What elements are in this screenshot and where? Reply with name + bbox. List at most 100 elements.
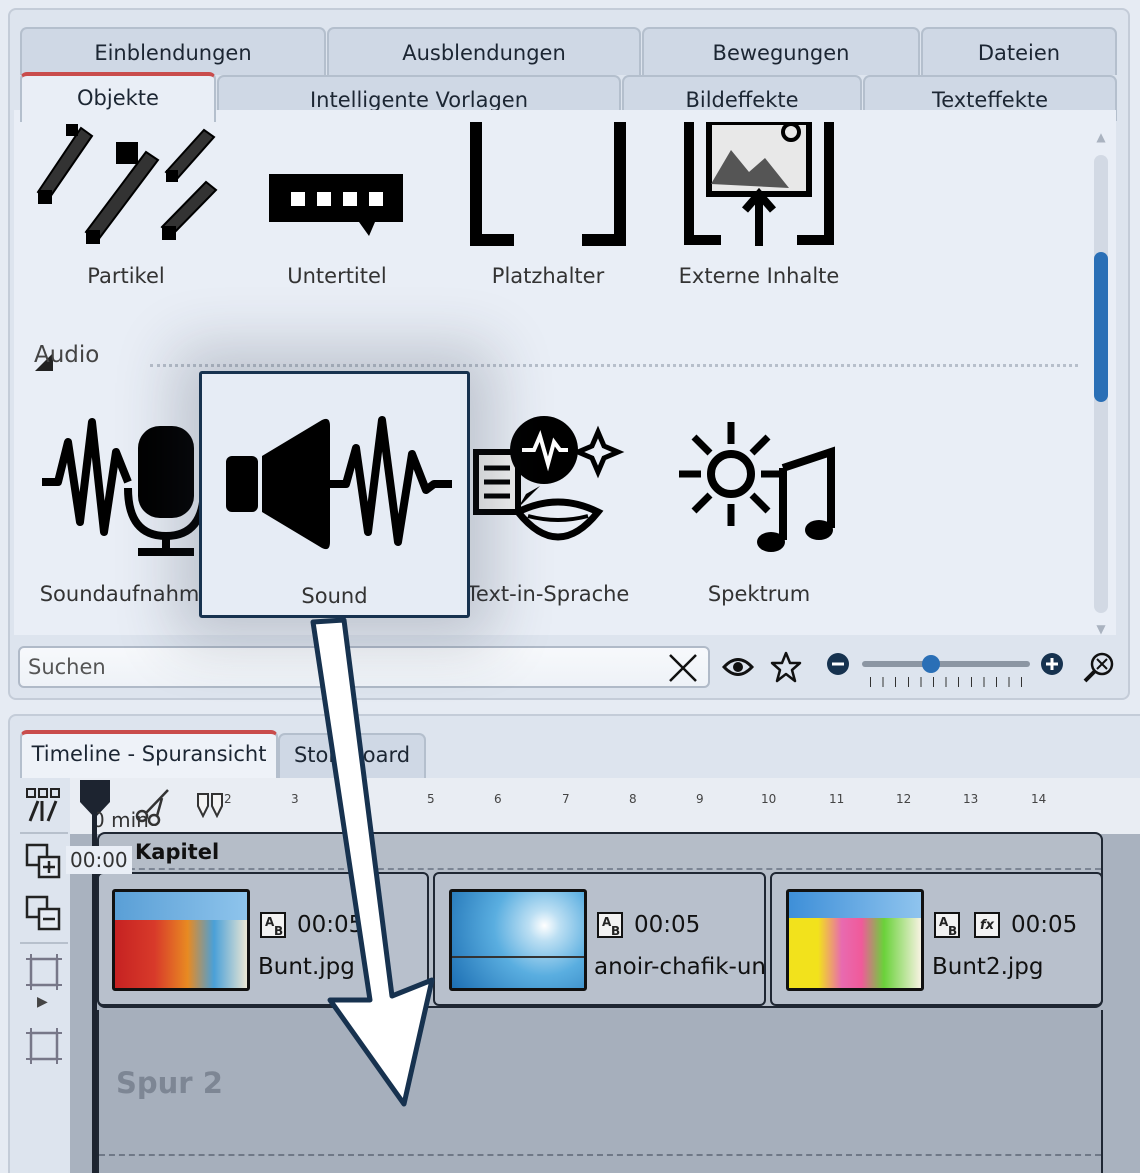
audio-item-soundaufnahme[interactable]: Soundaufnahme: [26, 412, 226, 612]
tab-label: Objekte: [77, 86, 159, 110]
minus-circle-icon[interactable]: [826, 652, 850, 676]
zoom-slider-ticks: [870, 677, 1022, 687]
transition-ab-icon[interactable]: AB: [597, 912, 623, 938]
object-item-partikel[interactable]: Partikel: [26, 122, 226, 292]
object-item-platzhalter[interactable]: Platzhalter: [448, 122, 648, 292]
ruler-tick-label: 5: [427, 792, 435, 806]
track-divider: [99, 1154, 1101, 1156]
tab-label: Timeline - Spuransicht: [31, 742, 267, 766]
star-icon[interactable]: [770, 651, 802, 683]
tab-storyboard[interactable]: Storyboard: [278, 733, 426, 778]
item-label: Text-in-Sprache: [466, 582, 630, 606]
item-label: Soundaufnahme: [39, 582, 213, 606]
dragged-sound-item[interactable]: Sound: [199, 371, 470, 618]
ruler-unit-label: 0 min: [92, 808, 149, 832]
ruler-tick-label: 6: [494, 792, 502, 806]
crop-frame-icon[interactable]: [24, 1026, 64, 1066]
zoom-slider-knob[interactable]: [922, 655, 940, 673]
tab-label: Texteffekte: [931, 88, 1049, 112]
text-to-speech-icon: [473, 416, 625, 541]
marker-icon[interactable]: [196, 792, 226, 818]
clip-duration: 00:05: [1011, 912, 1078, 938]
current-time-display: 00:00: [66, 846, 132, 874]
clip-duration: 00:05: [634, 912, 701, 938]
close-icon[interactable]: [666, 652, 700, 684]
item-label: Untertitel: [287, 264, 387, 288]
item-label: Spektrum: [707, 582, 811, 606]
sound-recording-icon: [42, 418, 208, 556]
clip-name: anoir-chafik-unsplash: [594, 954, 764, 980]
fit-frame-icon[interactable]: [24, 952, 64, 992]
object-item-externe-inhalte[interactable]: Externe Inhalte: [659, 119, 859, 292]
audio-item-spektrum[interactable]: Spektrum: [659, 412, 859, 612]
add-track-icon[interactable]: [24, 842, 64, 882]
particles-icon: [36, 124, 218, 244]
transition-ab-icon[interactable]: AB: [934, 912, 960, 938]
ruler-tick-label: 7: [562, 792, 570, 806]
tab-timeline-spuransicht[interactable]: Timeline - Spuransicht: [20, 730, 278, 778]
tab-label: Ausblendungen: [402, 41, 566, 65]
sidebar-separator: [20, 832, 68, 834]
section-divider: [150, 364, 1078, 367]
zoom-fit-icon[interactable]: [1082, 650, 1116, 684]
object-item-untertitel[interactable]: Untertitel: [237, 122, 437, 292]
external-content-icon: [684, 119, 834, 246]
clip-thumbnail: [449, 889, 587, 991]
clip-name: Bunt.jpg: [258, 954, 355, 980]
clip-name: Bunt2.jpg: [932, 954, 1044, 980]
track-2[interactable]: [97, 1010, 1103, 1173]
audio-item-text-in-sprache[interactable]: Text-in-Sprache: [448, 412, 648, 612]
clip-thumbnail: [112, 889, 250, 991]
subtitle-icon: [269, 174, 403, 236]
clip-duration: 00:05: [297, 912, 364, 938]
sidebar-separator: [20, 942, 68, 944]
transition-ab-icon[interactable]: AB: [260, 912, 286, 938]
tab-label: Einblendungen: [94, 41, 252, 65]
zoom-slider-track[interactable]: [862, 661, 1030, 667]
tab-label: Storyboard: [293, 743, 411, 767]
plus-circle-icon[interactable]: [1040, 652, 1064, 676]
sky-shape: [789, 892, 921, 918]
tab-bewegungen[interactable]: Bewegungen: [642, 27, 920, 75]
section-title-audio: Audio: [34, 342, 100, 368]
item-label: Partikel: [87, 264, 165, 288]
sky-shape: [115, 892, 247, 920]
track-2-label: Spur 2: [116, 1066, 223, 1100]
search-field[interactable]: [18, 646, 710, 688]
tab-label: Intelligente Vorlagen: [309, 88, 529, 112]
tab-label: Bewegungen: [712, 41, 850, 65]
tab-objekte[interactable]: Objekte: [20, 72, 216, 122]
speaker-icon: [226, 416, 452, 550]
ruler-tick-label: 2: [224, 792, 232, 806]
time-ruler[interactable]: [70, 778, 1140, 834]
ruler-tick-label: 14: [1031, 792, 1047, 806]
tab-ausblendungen[interactable]: Ausblendungen: [327, 27, 641, 75]
ruler-tick-label: 9: [696, 792, 704, 806]
ruler-tick-label: 8: [629, 792, 637, 806]
ruler-tick-label: 13: [963, 792, 979, 806]
remove-track-icon[interactable]: [24, 894, 64, 934]
item-label: Sound: [301, 584, 368, 608]
scrollbar-thumb[interactable]: [1094, 252, 1108, 402]
spectrum-icon: [679, 422, 835, 552]
ruler-tick-label: 3: [291, 792, 299, 806]
tab-einblendungen[interactable]: Einblendungen: [20, 27, 326, 75]
track-settings-icon[interactable]: [24, 786, 62, 824]
eye-icon[interactable]: [722, 654, 754, 680]
ruler-tick-label: 11: [829, 792, 845, 806]
search-input[interactable]: [28, 655, 648, 679]
scroll-down-arrow-icon[interactable]: ▼: [1094, 622, 1108, 636]
ruler-tick-label: 12: [896, 792, 912, 806]
clip-thumbnail: [786, 889, 924, 991]
item-label: Externe Inhalte: [678, 264, 840, 288]
tab-dateien[interactable]: Dateien: [921, 27, 1117, 75]
chapter-divider: [99, 868, 1101, 870]
expand-arrow-icon[interactable]: ▶: [37, 994, 48, 1010]
tab-label: Dateien: [977, 41, 1061, 65]
item-label: Platzhalter: [491, 264, 605, 288]
scroll-up-arrow-icon[interactable]: ▲: [1094, 130, 1108, 144]
effect-fx-icon[interactable]: fx: [974, 912, 1000, 938]
wire-shape: [452, 956, 584, 958]
chapter-title: Kapitel: [135, 840, 220, 864]
tab-label: Bildeffekte: [685, 88, 799, 112]
